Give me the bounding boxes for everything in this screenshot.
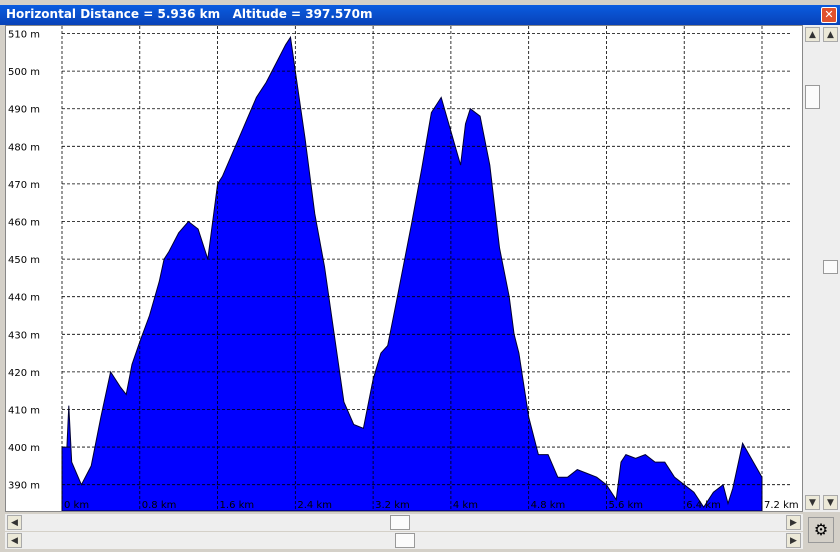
vertical-scroll-thumb[interactable] <box>805 85 820 109</box>
close-button[interactable]: ✕ <box>821 7 837 23</box>
x-tick-label: 4.8 km <box>531 500 566 511</box>
y-tick-label: 410 m <box>8 405 40 416</box>
scroll-up-icon[interactable]: ▲ <box>805 27 820 42</box>
x-tick-label: 3.2 km <box>375 500 410 511</box>
window-title: Horizontal Distance = 5.936 km Altitude … <box>6 7 373 21</box>
horizontal-scroll-thumb[interactable] <box>395 533 415 548</box>
y-tick-label: 430 m <box>8 330 40 341</box>
x-tick-label: 0.8 km <box>142 500 177 511</box>
scroll-down-icon[interactable]: ▼ <box>805 495 820 510</box>
x-tick-label: 2.4 km <box>297 500 332 511</box>
y-tick-label: 480 m <box>8 142 40 153</box>
x-tick-label: 7.2 km <box>764 500 799 511</box>
horizontal-scrollbar-top[interactable]: ◀ ▶ <box>5 514 803 531</box>
x-tick-label: 1.6 km <box>220 500 255 511</box>
x-tick-label: 4 km <box>453 500 478 511</box>
x-tick-label: 5.6 km <box>608 500 643 511</box>
vertical-scrollbar-left[interactable]: ▲ ▼ <box>803 25 822 512</box>
y-tick-label: 460 m <box>8 218 40 229</box>
scroll-left-icon[interactable]: ◀ <box>7 515 22 530</box>
horizontal-scroll-thumb[interactable] <box>390 515 410 530</box>
y-tick-label: 440 m <box>8 293 40 304</box>
x-tick-label: 0 km <box>64 500 89 511</box>
vertical-scroll-thumb[interactable] <box>823 260 838 274</box>
vertical-scrollbar-right[interactable]: ▲ ▼ <box>822 25 840 512</box>
scroll-up-icon[interactable]: ▲ <box>823 27 838 42</box>
y-tick-label: 490 m <box>8 105 40 116</box>
elevation-profile-svg: 390 m 400 m 410 m 420 m 430 m 440 m 450 m 460 m… <box>8 26 799 512</box>
y-tick-label: 420 m <box>8 368 40 379</box>
y-tick-label: 400 m <box>8 443 40 454</box>
scroll-left-icon[interactable]: ◀ <box>7 533 22 548</box>
y-tick-label: 390 m <box>8 481 40 492</box>
scroll-right-icon[interactable]: ▶ <box>786 515 801 530</box>
horizontal-scrollbar-bottom[interactable]: ◀ ▶ <box>5 532 803 549</box>
elevation-chart[interactable]: 390 m 400 m 410 m 420 m 430 m 440 m 450 m 460 m… <box>5 25 803 512</box>
x-tick-label: 6.4 km <box>686 500 721 511</box>
y-tick-label: 510 m <box>8 30 40 41</box>
y-tick-label: 500 m <box>8 67 40 78</box>
scroll-right-icon[interactable]: ▶ <box>786 533 801 548</box>
scroll-down-icon[interactable]: ▼ <box>823 495 838 510</box>
y-tick-label: 450 m <box>8 255 40 266</box>
y-tick-label: 470 m <box>8 180 40 191</box>
title-bar: Horizontal Distance = 5.936 km Altitude … <box>0 5 840 25</box>
settings-icon[interactable]: ⚙ <box>808 517 834 543</box>
